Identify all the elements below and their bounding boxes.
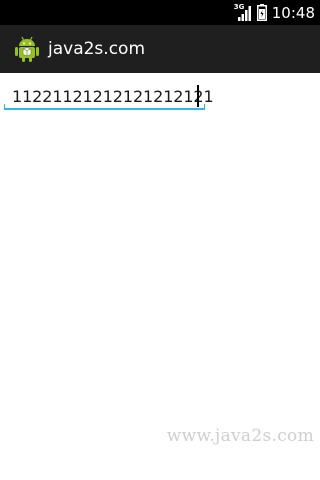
- battery-icon: [256, 4, 267, 21]
- main-content: 11221121212121212121 www.java2s.com: [0, 73, 320, 480]
- edit-text-value[interactable]: 11221121212121212121: [12, 87, 214, 106]
- android-robot-icon[interactable]: [14, 35, 40, 63]
- status-icons: 3G 10:48: [234, 0, 315, 25]
- action-bar: java2s.com: [0, 25, 320, 73]
- clock: 10:48: [271, 3, 315, 22]
- watermark: www.java2s.com: [166, 426, 314, 446]
- edit-text-underline: [4, 108, 205, 110]
- text-cursor: [197, 85, 199, 107]
- edit-text-field[interactable]: 11221121212121212121: [4, 78, 214, 110]
- app-title: java2s.com: [48, 39, 146, 59]
- status-bar: 3G 10:48: [0, 0, 320, 25]
- signal-icon: 3G: [234, 3, 252, 22]
